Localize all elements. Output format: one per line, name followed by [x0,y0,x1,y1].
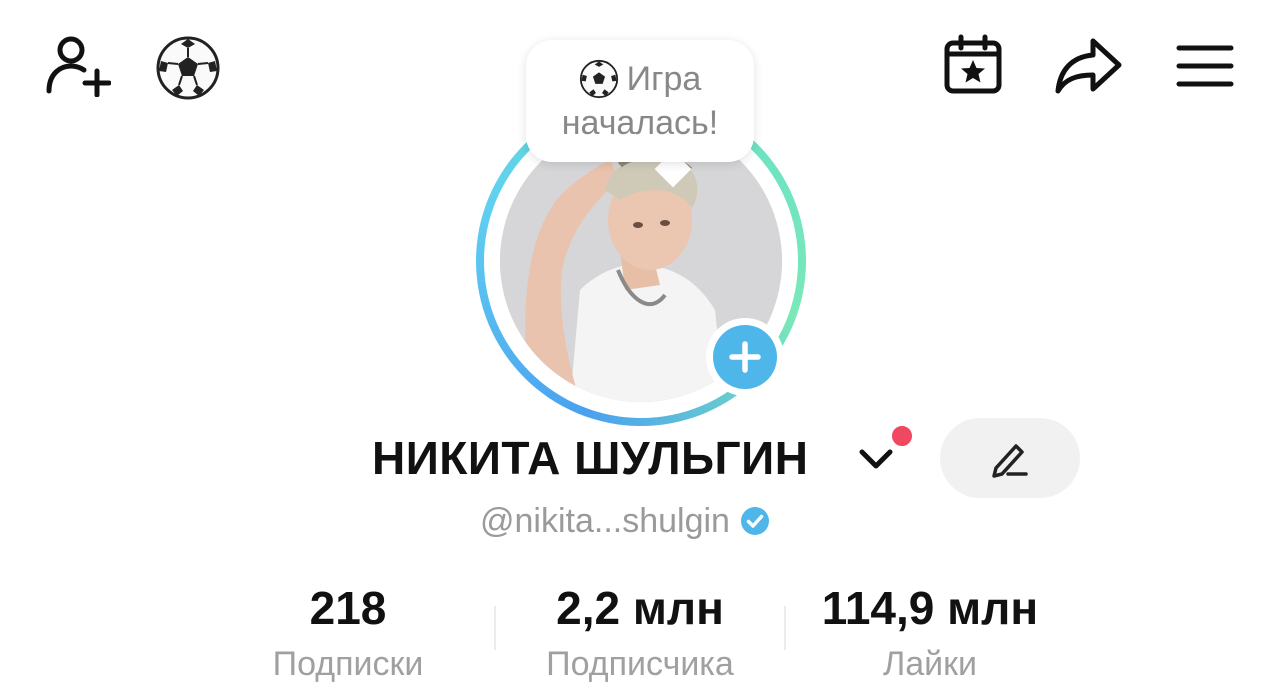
tooltip-line-1: Игра [579,57,702,101]
tooltip-text-2: началась! [561,104,719,142]
tooltip-text-1: Игра [626,60,702,98]
hamburger-menu-icon [1176,45,1234,87]
plus-icon [729,341,761,373]
add-story-badge [713,325,777,389]
game-started-tooltip[interactable]: Игра началась! [526,40,754,162]
stat-divider [784,606,786,650]
soccer-ball-icon [579,59,618,99]
stat-followers[interactable]: 2,2 млн Подписчика [500,580,780,686]
stat-followers-label: Подписчика [546,645,734,683]
add-friend-button[interactable] [36,30,116,100]
menu-button[interactable] [1170,36,1240,96]
stat-following-value: 218 [309,582,387,634]
soccer-ball-button[interactable] [152,32,224,104]
verified-badge-icon [740,507,769,535]
share-arrow-icon [1055,38,1122,94]
edit-profile-button[interactable] [940,418,1080,498]
stat-following-label: Подписки [272,645,424,683]
add-user-icon [46,36,111,97]
stat-divider [494,606,496,650]
calendar-button[interactable] [938,30,1008,100]
calendar-star-icon [944,34,1002,94]
share-button[interactable] [1048,30,1128,100]
tooltip-line-2: началась! [562,101,718,145]
profile-handle: @nikita...shulgin [480,501,730,540]
stat-following[interactable]: 218 Подписки [208,580,488,686]
profile-handle-row: @nikita...shulgin [480,496,770,546]
pencil-icon [992,444,1028,478]
stat-followers-value: 2,2 млн [556,582,724,634]
stat-likes[interactable]: 114,9 млн Лайки [790,580,1070,686]
account-switch-chevron[interactable] [856,444,896,474]
chevron-down-icon [859,449,893,469]
stat-likes-value: 114,9 млн [821,582,1039,634]
stat-likes-label: Лайки [882,645,978,683]
soccer-ball-icon [156,36,220,100]
profile-name[interactable]: НИКИТА ШУЛЬГИН [372,428,808,488]
notification-dot [890,424,914,448]
add-story-button[interactable] [706,318,784,396]
